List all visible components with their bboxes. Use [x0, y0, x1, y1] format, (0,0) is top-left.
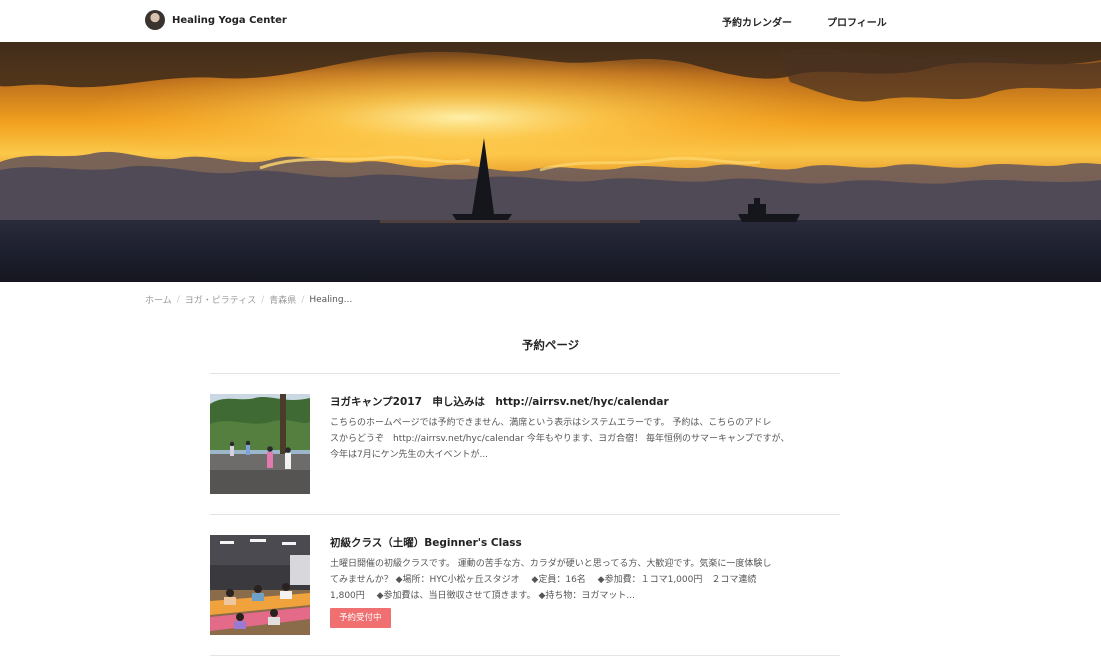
entry-thumbnail-beginners-class[interactable]	[210, 535, 310, 635]
brand-name: Healing Yoga Center	[172, 14, 287, 26]
description-line: 今年は7月にケン先生の大イベントが...	[330, 450, 489, 460]
breadcrumb-separator: /	[261, 294, 265, 305]
yoga-camp-photo	[210, 394, 310, 494]
sunset-sailboat-photo	[0, 42, 1101, 282]
site-header: Healing Yoga Center 予約カレンダー プロフィール	[0, 0, 1101, 42]
entry-description: こちらのホームページでは予約できません、満席という表示はシステムエラーです。 予…	[330, 415, 840, 463]
breadcrumb-separator: /	[301, 294, 305, 305]
description-line: スからどうぞ http://airrsv.net/hyc/calendar 今年…	[330, 434, 790, 444]
entry-title[interactable]: 初級クラス（土曜）Beginner's Class	[330, 535, 522, 550]
yoga-studio-photo	[210, 535, 310, 635]
breadcrumb-prefecture[interactable]: 青森県	[269, 293, 296, 306]
divider	[210, 514, 840, 515]
list-item: ヨガキャンプ2017 申し込みは http://airrsv.net/hyc/c…	[210, 394, 840, 494]
page-title: 予約ページ	[521, 338, 580, 352]
entry-description: 土曜日開催の初級クラスです。 運動の苦手な方、カラダが硬いと思ってる方、大歓迎で…	[330, 556, 840, 604]
nav-profile[interactable]: プロフィール	[827, 14, 887, 29]
description-line: 土曜日開催の初級クラスです。 運動の苦手な方、カラダが硬いと思ってる方、大歓迎で…	[330, 559, 772, 569]
entry-thumbnail-yoga-camp[interactable]	[210, 394, 310, 494]
description-line: 1,800円 ◆参加費は、当日徴収させて頂きます。 ◆持ち物：ヨガマット...	[330, 591, 636, 601]
breadcrumb: ホーム / ヨガ・ピラティス / 青森県 / Healing...	[145, 293, 353, 307]
breadcrumb-home[interactable]: ホーム	[145, 293, 172, 306]
entry-title[interactable]: ヨガキャンプ2017 申し込みは http://airrsv.net/hyc/c…	[330, 394, 669, 409]
brand-link[interactable]: Healing Yoga Center	[145, 10, 287, 30]
avatar	[145, 10, 165, 30]
divider	[210, 655, 840, 656]
description-line: こちらのホームページでは予約できません、満席という表示はシステムエラーです。 予…	[330, 418, 772, 428]
nav-reservation-calendar[interactable]: 予約カレンダー	[722, 14, 792, 29]
breadcrumb-current: Healing...	[309, 294, 353, 305]
status-badge[interactable]: 予約受付中	[330, 608, 391, 628]
breadcrumb-category[interactable]: ヨガ・ピラティス	[185, 293, 256, 306]
description-line: てみませんか？ ◆場所：HYC小松ヶ丘スタジオ ◆定員：16名 ◆参加費：１コマ…	[330, 575, 757, 585]
divider	[210, 373, 840, 374]
list-item: 初級クラス（土曜）Beginner's Class 土曜日開催の初級クラスです。…	[210, 535, 840, 635]
breadcrumb-separator: /	[176, 294, 180, 305]
hero-image	[0, 42, 1101, 282]
